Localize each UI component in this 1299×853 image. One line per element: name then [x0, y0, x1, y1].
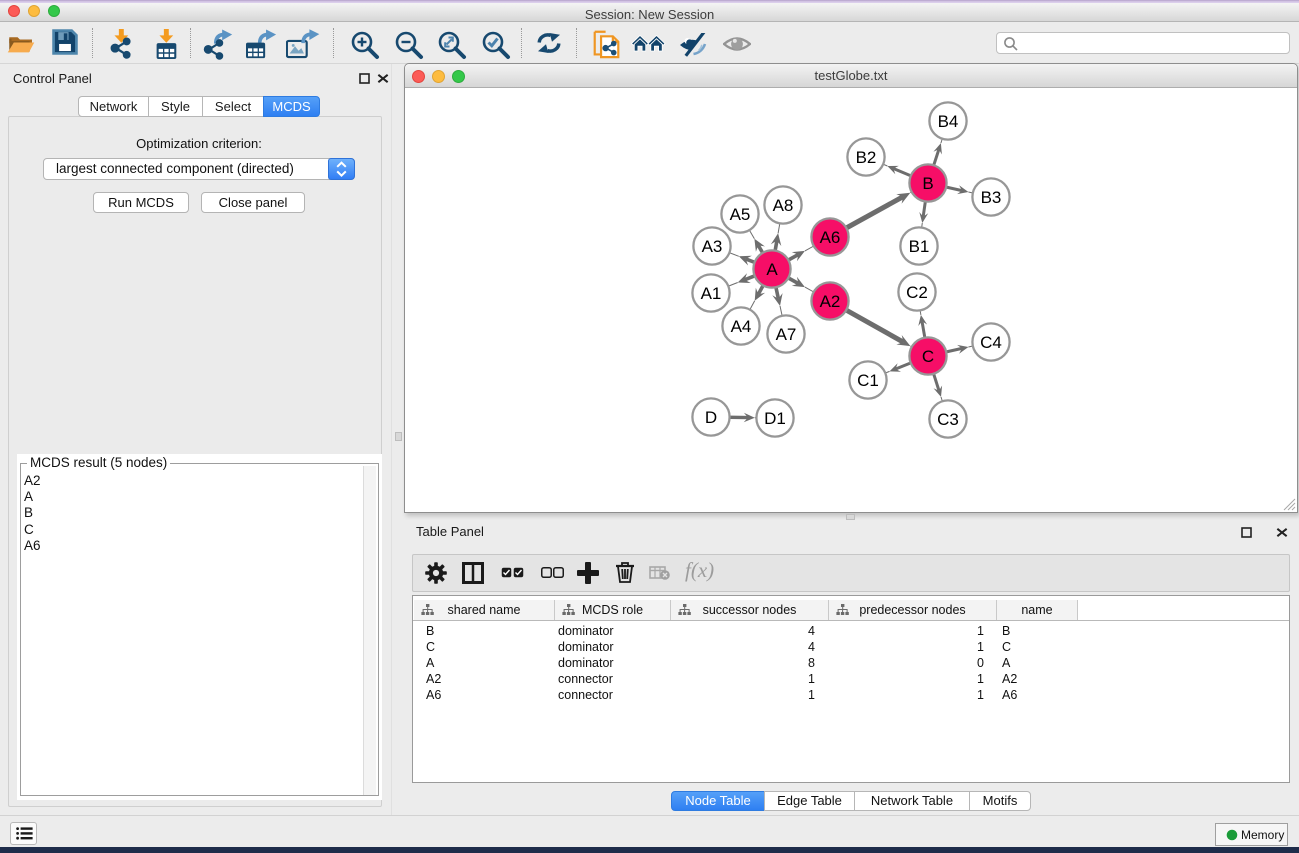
svg-text:B1: B1 [909, 237, 930, 256]
svg-text:A2: A2 [820, 292, 841, 311]
svg-text:B: B [922, 174, 933, 193]
svg-text:A1: A1 [701, 284, 722, 303]
svg-text:A8: A8 [773, 196, 794, 215]
svg-text:C1: C1 [857, 371, 879, 390]
svg-text:C4: C4 [980, 333, 1002, 352]
svg-text:B4: B4 [938, 112, 959, 131]
svg-text:C: C [922, 347, 934, 366]
svg-text:A3: A3 [702, 237, 723, 256]
svg-text:A6: A6 [820, 228, 841, 247]
svg-text:A7: A7 [776, 325, 797, 344]
svg-text:D: D [705, 408, 717, 427]
svg-text:B3: B3 [981, 188, 1002, 207]
svg-text:A: A [766, 260, 778, 279]
svg-text:C2: C2 [906, 283, 928, 302]
svg-text:B2: B2 [856, 148, 877, 167]
svg-text:C3: C3 [937, 410, 959, 429]
svg-text:D1: D1 [764, 409, 786, 428]
svg-text:A4: A4 [731, 317, 752, 336]
svg-text:A5: A5 [730, 205, 751, 224]
